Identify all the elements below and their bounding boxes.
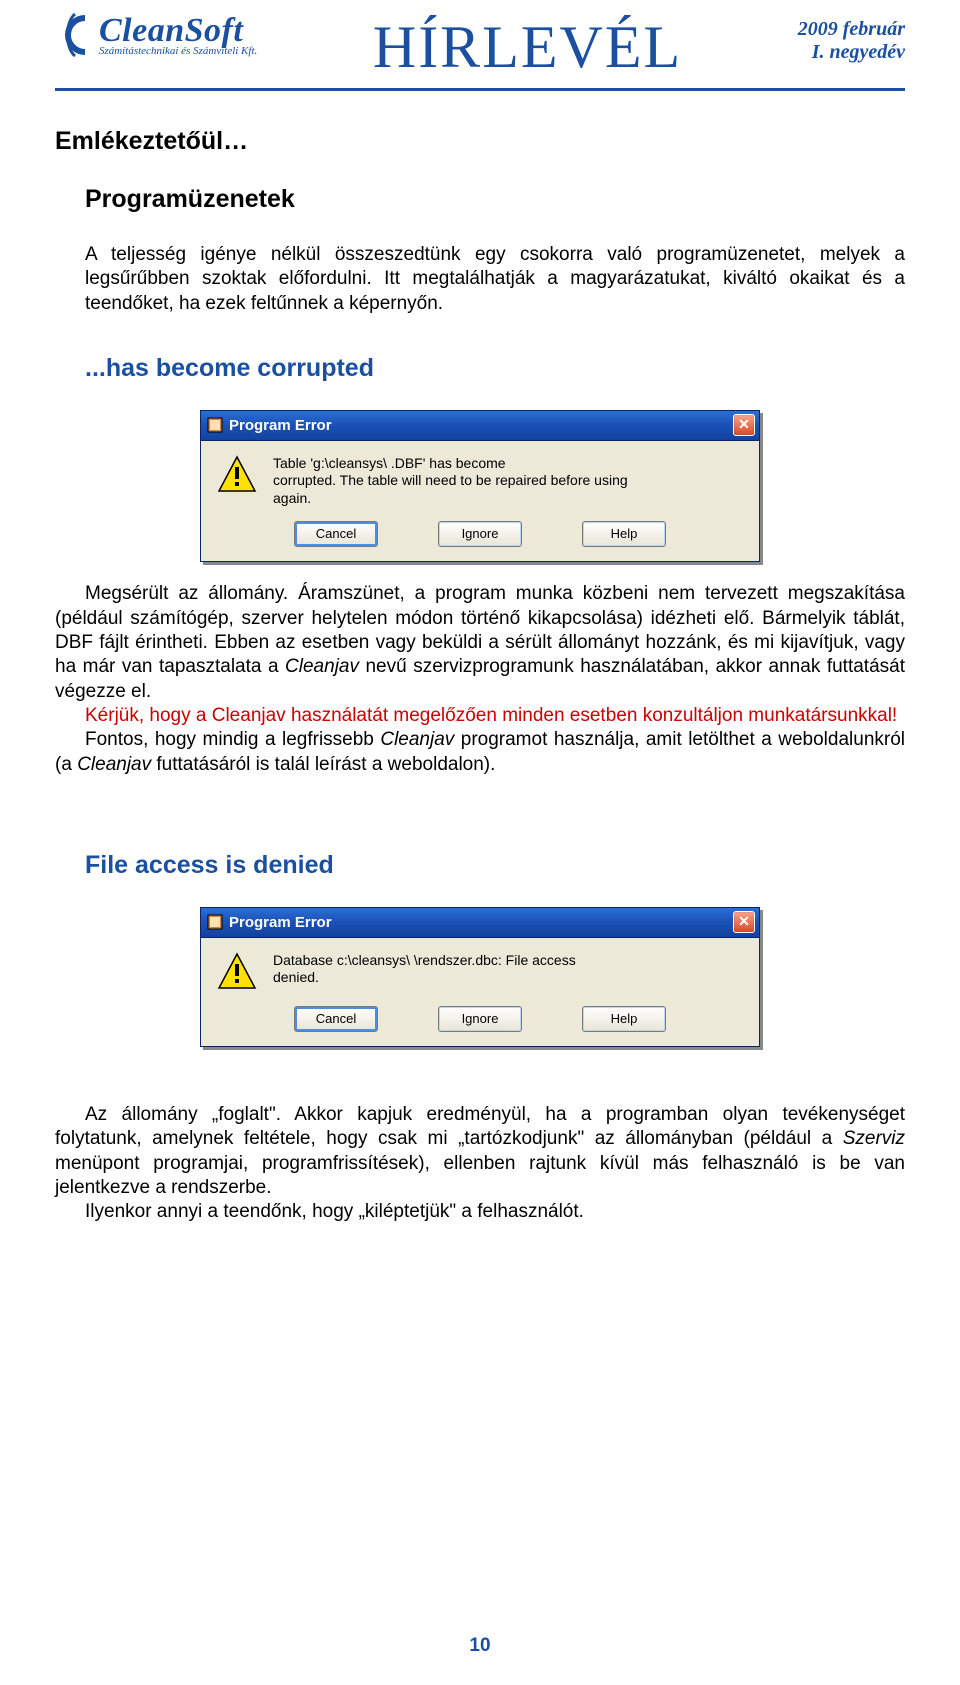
- dialog-message: Database c:\cleansys\ \rendszer.dbc: Fil…: [273, 952, 576, 987]
- cancel-button[interactable]: Cancel: [294, 521, 378, 547]
- close-button[interactable]: ✕: [733, 911, 755, 933]
- issue-date: 2009 február I. negyedév: [798, 12, 905, 64]
- page-number: 10: [0, 1635, 960, 1657]
- heading-program-messages: Programüzenetek: [85, 183, 905, 215]
- msg-line: corrupted. The table will need to be rep…: [273, 472, 628, 490]
- error-dialog-access-denied: Program Error ✕ Datab: [200, 907, 760, 1047]
- dialog-title: Program Error: [229, 913, 332, 932]
- ignore-button[interactable]: Ignore: [438, 521, 522, 547]
- section-access-denied-heading: File access is denied: [85, 849, 905, 881]
- logo-icon: [55, 12, 93, 58]
- warning-consult: Kérjük, hogy a Cleanjav használatát mege…: [55, 704, 905, 728]
- warning-icon: [217, 455, 257, 495]
- intro-paragraph: A teljesség igénye nélkül összeszedtünk …: [85, 243, 905, 316]
- msg-line: denied.: [273, 969, 576, 987]
- msg-line: again.: [273, 490, 628, 508]
- section-corrupted-heading: ...has become corrupted: [85, 352, 905, 384]
- app-icon: [207, 914, 223, 930]
- brand-name: CleanSoft: [99, 14, 257, 48]
- newsletter-title: HÍRLEVÉL: [373, 13, 682, 82]
- close-icon: ✕: [738, 913, 750, 931]
- cancel-button[interactable]: Cancel: [294, 1006, 378, 1032]
- brand-tagline: Számítástechnikai és Számviteli Kft.: [99, 46, 257, 57]
- cleanjav-note: Fontos, hogy mindig a legfrissebb Cleanj…: [55, 728, 905, 777]
- dialog-titlebar: Program Error ✕: [201, 411, 759, 441]
- close-button[interactable]: ✕: [733, 414, 755, 436]
- dialog-title: Program Error: [229, 416, 332, 435]
- dialog-titlebar: Program Error ✕: [201, 908, 759, 938]
- header-divider: [55, 88, 905, 91]
- access-denied-explanation: Az állomány „foglalt". Akkor kapjuk ered…: [55, 1103, 905, 1200]
- access-denied-action: Ilyenkor annyi a teendőnk, hogy „kilépte…: [55, 1200, 905, 1224]
- help-button[interactable]: Help: [582, 1006, 666, 1032]
- dialog-message: Table 'g:\cleansys\ .DBF' has become cor…: [273, 455, 628, 508]
- heading-reminder: Emlékeztetőül…: [55, 125, 905, 157]
- page-header: CleanSoft Számítástechnikai és Számvitel…: [55, 0, 905, 88]
- date-line2: I. negyedév: [798, 41, 905, 64]
- warning-icon: [217, 952, 257, 992]
- date-line1: 2009 február: [798, 18, 905, 41]
- msg-line: Table 'g:\cleansys\ .DBF' has become: [273, 455, 628, 473]
- logo: CleanSoft Számítástechnikai és Számvitel…: [55, 12, 257, 58]
- help-button[interactable]: Help: [582, 521, 666, 547]
- close-icon: ✕: [738, 416, 750, 434]
- corrupted-explanation: Megsérült az állomány. Áramszünet, a pro…: [55, 582, 905, 704]
- msg-line: Database c:\cleansys\ \rendszer.dbc: Fil…: [273, 952, 576, 970]
- app-icon: [207, 417, 223, 433]
- ignore-button[interactable]: Ignore: [438, 1006, 522, 1032]
- error-dialog-corrupted: Program Error ✕ Table: [200, 410, 760, 563]
